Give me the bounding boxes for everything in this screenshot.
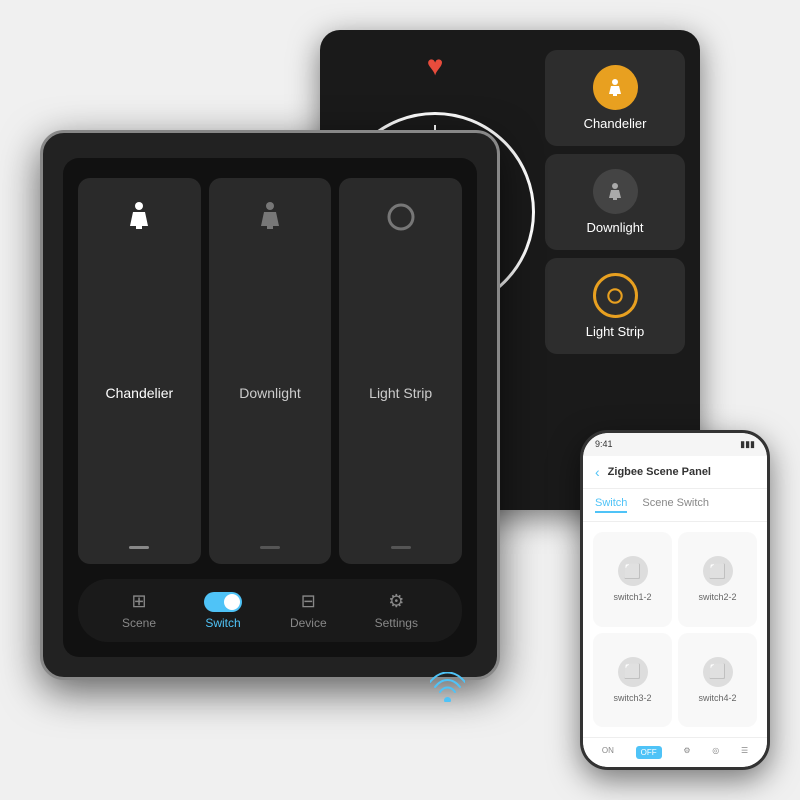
nav-device[interactable]: ⊟ Device: [290, 591, 327, 630]
nav-scene[interactable]: ⊞ Scene: [122, 591, 156, 630]
phone-nav-on[interactable]: ON: [602, 746, 614, 759]
phone-tabs: Switch Scene Switch: [583, 489, 767, 522]
phone-back-icon[interactable]: ‹: [595, 464, 600, 480]
phone-settings-icon: ☰: [741, 746, 748, 755]
chandelier-indicator: [129, 546, 149, 549]
switch-icon-4: ⬜: [703, 657, 733, 687]
phone-title: Zigbee Scene Panel: [608, 466, 711, 478]
downlight-icon-inactive: [593, 169, 638, 214]
nav-switch-label: Switch: [205, 616, 240, 630]
chandelier-icon-active: [593, 65, 638, 110]
switch-icon-3: ⬜: [618, 657, 648, 687]
lightstrip-card-name: Light Strip: [369, 385, 432, 401]
phone-tab-switch[interactable]: Switch: [595, 497, 627, 513]
chandelier-label: Chandelier: [584, 116, 647, 131]
phone-nav-off[interactable]: OFF: [636, 746, 662, 759]
switch-label-4: switch4-2: [698, 693, 736, 703]
phone-nav-settings2[interactable]: ☰: [741, 746, 748, 759]
phone: 9:41 ▮▮▮ ‹ Zigbee Scene Panel Switch Sce…: [580, 430, 770, 770]
back-downlight-btn[interactable]: Downlight: [545, 154, 685, 250]
phone-signal: ▮▮▮: [740, 439, 755, 450]
heart-icon: ♥: [427, 50, 444, 82]
switch-icon-2: ⬜: [703, 556, 733, 586]
nav-scene-label: Scene: [122, 616, 156, 630]
phone-nav-circle[interactable]: ◎: [712, 746, 719, 759]
scene-icon: ⊞: [131, 591, 146, 612]
phone-on-icon: ON: [602, 746, 614, 755]
back-device-right: Chandelier Downlight: [545, 50, 685, 490]
chandelier-card-name: Chandelier: [105, 385, 173, 401]
nav-settings-label: Settings: [375, 616, 418, 630]
lightstrip-card[interactable]: Light Strip: [339, 178, 462, 564]
chandelier-card[interactable]: Chandelier: [78, 178, 201, 564]
wifi-icon: [430, 672, 465, 710]
phone-off-icon: OFF: [636, 746, 662, 759]
downlight-label: Downlight: [586, 220, 643, 235]
phone-switch-card-1[interactable]: ⬜ switch1-2: [593, 532, 672, 627]
phone-nav-gear[interactable]: ⚙: [683, 746, 690, 759]
downlight-card[interactable]: Downlight: [209, 178, 332, 564]
nav-settings-icon: ⚙: [388, 591, 404, 612]
phone-switch-grid: ⬜ switch1-2 ⬜ switch2-2 ⬜ switch3-2 ⬜ sw…: [583, 522, 767, 737]
phone-switch-card-3[interactable]: ⬜ switch3-2: [593, 633, 672, 728]
chandelier-card-icon: [120, 198, 158, 241]
phone-switch-card-4[interactable]: ⬜ switch4-2: [678, 633, 757, 728]
nav-device-icon: ⊟: [301, 591, 316, 612]
front-device: Chandelier Downlight: [40, 130, 500, 680]
nav-device-label: Device: [290, 616, 327, 630]
front-device-screen: Chandelier Downlight: [63, 158, 477, 657]
toggle-switch-icon: [204, 592, 242, 612]
light-controls-row: Chandelier Downlight: [78, 178, 462, 564]
switch-label-3: switch3-2: [613, 693, 651, 703]
lightstrip-card-icon: [382, 198, 420, 241]
back-lightstrip-btn[interactable]: Light Strip: [545, 258, 685, 354]
phone-switch-card-2[interactable]: ⬜ switch2-2: [678, 532, 757, 627]
phone-tab-scene[interactable]: Scene Switch: [642, 497, 709, 513]
switch-label-1: switch1-2: [613, 592, 651, 602]
downlight-card-icon: [251, 198, 289, 241]
switch-icon-1: ⬜: [618, 556, 648, 586]
phone-bottom-nav: ON OFF ⚙ ◎ ☰: [583, 737, 767, 767]
nav-settings[interactable]: ⚙ Settings: [375, 591, 418, 630]
phone-header: ‹ Zigbee Scene Panel: [583, 456, 767, 489]
bottom-navigation: ⊞ Scene Switch ⊟ Device ⚙ Settings: [78, 579, 462, 642]
nav-switch[interactable]: Switch: [204, 592, 242, 630]
lightstrip-indicator: [391, 546, 411, 549]
lightstrip-icon-ring: [593, 273, 638, 318]
switch-label-2: switch2-2: [698, 592, 736, 602]
back-chandelier-btn[interactable]: Chandelier: [545, 50, 685, 146]
phone-circle-icon: ◎: [712, 746, 719, 755]
phone-status-bar: 9:41 ▮▮▮: [583, 433, 767, 456]
phone-gear-icon: ⚙: [683, 746, 690, 755]
downlight-card-name: Downlight: [239, 385, 300, 401]
phone-time: 9:41: [595, 439, 613, 450]
downlight-indicator: [260, 546, 280, 549]
lightstrip-label: Light Strip: [586, 324, 645, 339]
phone-screen: 9:41 ▮▮▮ ‹ Zigbee Scene Panel Switch Sce…: [583, 433, 767, 767]
